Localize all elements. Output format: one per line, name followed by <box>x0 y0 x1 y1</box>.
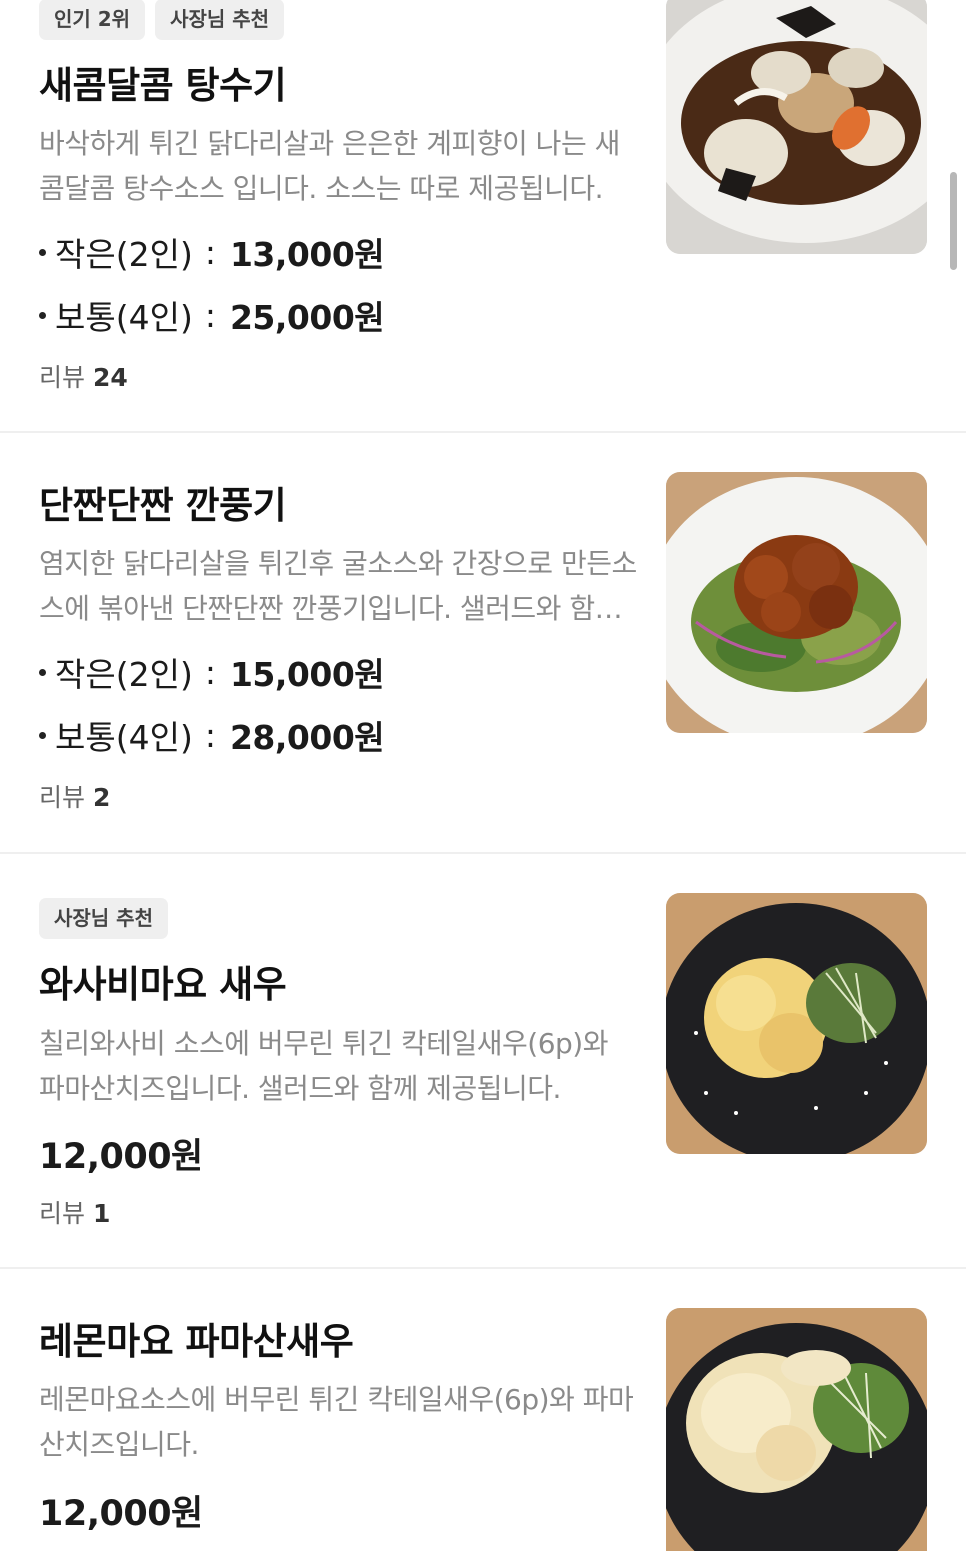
option-separator: : <box>204 715 216 755</box>
lemon-mayo-shrimp-photo[interactable] <box>666 1308 927 1551</box>
food-photo-illustration <box>666 893 927 1154</box>
popularity-badge: 인기 2위 <box>39 0 146 40</box>
menu-item-lemon-mayo-shrimp[interactable]: 레몬마요 파마산새우 레몬마요소스에 버무린 튀긴 칵테일새우(6p)와 파마산… <box>0 1269 966 1551</box>
option-label: 보통(4인) <box>55 718 193 757</box>
kkanpunggi-photo[interactable] <box>666 472 927 733</box>
menu-item-price: 12,000원 <box>39 1137 203 1177</box>
sweet-sour-chicken-photo[interactable] <box>666 0 927 254</box>
review-number: 1 <box>93 1199 111 1228</box>
owner-pick-badge: 사장님 추천 <box>155 0 285 40</box>
option-label: 작은(2인) <box>55 235 193 274</box>
price-option-regular: 보통(4인) : 28,000원 <box>39 711 385 759</box>
food-photo-illustration <box>666 472 927 733</box>
review-number: 24 <box>93 363 128 392</box>
review-count[interactable]: 리뷰 1 <box>39 1194 110 1230</box>
menu-item-kkanpunggi[interactable]: 단짠단짠 깐풍기 염지한 닭다리살을 튀긴후 굴소스와 간장으로 만든소스에 볶… <box>0 433 966 852</box>
review-label: 리뷰 <box>39 1199 86 1228</box>
menu-item-wasabi-mayo-shrimp[interactable]: 사장님 추천 와사비마요 새우 칠리와사비 소스에 버무린 튀긴 칵테일새우(6… <box>0 854 966 1266</box>
badge-group: 사장님 추천 <box>39 898 168 939</box>
bullet-icon <box>39 248 46 256</box>
scrollbar[interactable] <box>950 172 957 270</box>
menu-item-title: 와사비마요 새우 <box>39 963 287 1006</box>
option-separator: : <box>204 295 216 335</box>
review-number: 2 <box>93 783 111 812</box>
menu-item-title: 단짠단짠 깐풍기 <box>39 484 287 527</box>
menu-item-sweet-sour-chicken[interactable]: 인기 2위 사장님 추천 새콤달콤 탕수기 바삭하게 튀긴 닭다리살과 은은한 … <box>0 0 966 432</box>
review-label: 리뷰 <box>39 363 86 392</box>
review-count[interactable]: 리뷰 24 <box>39 358 128 394</box>
price-option-small: 작은(2인) : 13,000원 <box>39 228 385 276</box>
menu-item-description: 염지한 닭다리살을 튀긴후 굴소스와 간장으로 만든소스에 볶아낸 단짠단짠 깐… <box>39 547 637 625</box>
bullet-icon <box>39 668 46 676</box>
menu-item-title: 새콤달콤 탕수기 <box>39 64 287 107</box>
food-photo-illustration <box>666 1308 927 1551</box>
option-separator: : <box>204 652 216 692</box>
bullet-icon <box>39 731 46 739</box>
review-count[interactable]: 리뷰 2 <box>39 778 110 814</box>
badge-group: 인기 2위 사장님 추천 <box>39 0 285 40</box>
option-separator: : <box>204 232 216 272</box>
menu-item-title: 레몬마요 파마산새우 <box>39 1320 354 1363</box>
menu-list: 인기 2위 사장님 추천 새콤달콤 탕수기 바삭하게 튀긴 닭다리살과 은은한 … <box>0 0 966 1551</box>
review-label: 리뷰 <box>39 783 86 812</box>
price-option-regular: 보통(4인) : 25,000원 <box>39 291 385 339</box>
option-price: 13,000원 <box>229 235 385 274</box>
food-photo-illustration <box>666 0 927 254</box>
price-option-small: 작은(2인) : 15,000원 <box>39 648 385 696</box>
menu-item-description: 레몬마요소스에 버무린 튀긴 칵테일새우(6p)와 파마산치즈입니다. <box>39 1383 634 1461</box>
option-label: 작은(2인) <box>55 655 193 694</box>
wasabi-mayo-shrimp-photo[interactable] <box>666 893 927 1154</box>
option-label: 보통(4인) <box>55 298 193 337</box>
owner-pick-badge: 사장님 추천 <box>39 898 168 939</box>
menu-item-description: 칠리와사비 소스에 버무린 튀긴 칵테일새우(6p)와 파마산치즈입니다. 샐러… <box>39 1027 608 1105</box>
bullet-icon <box>39 311 46 319</box>
option-price: 28,000원 <box>229 718 385 757</box>
option-price: 25,000원 <box>229 298 385 337</box>
menu-item-price: 12,000원 <box>39 1494 203 1534</box>
option-price: 15,000원 <box>229 655 385 694</box>
menu-item-description: 바삭하게 튀긴 닭다리살과 은은한 계피향이 나는 새콤달콤 탕수소스 입니다.… <box>39 127 620 205</box>
